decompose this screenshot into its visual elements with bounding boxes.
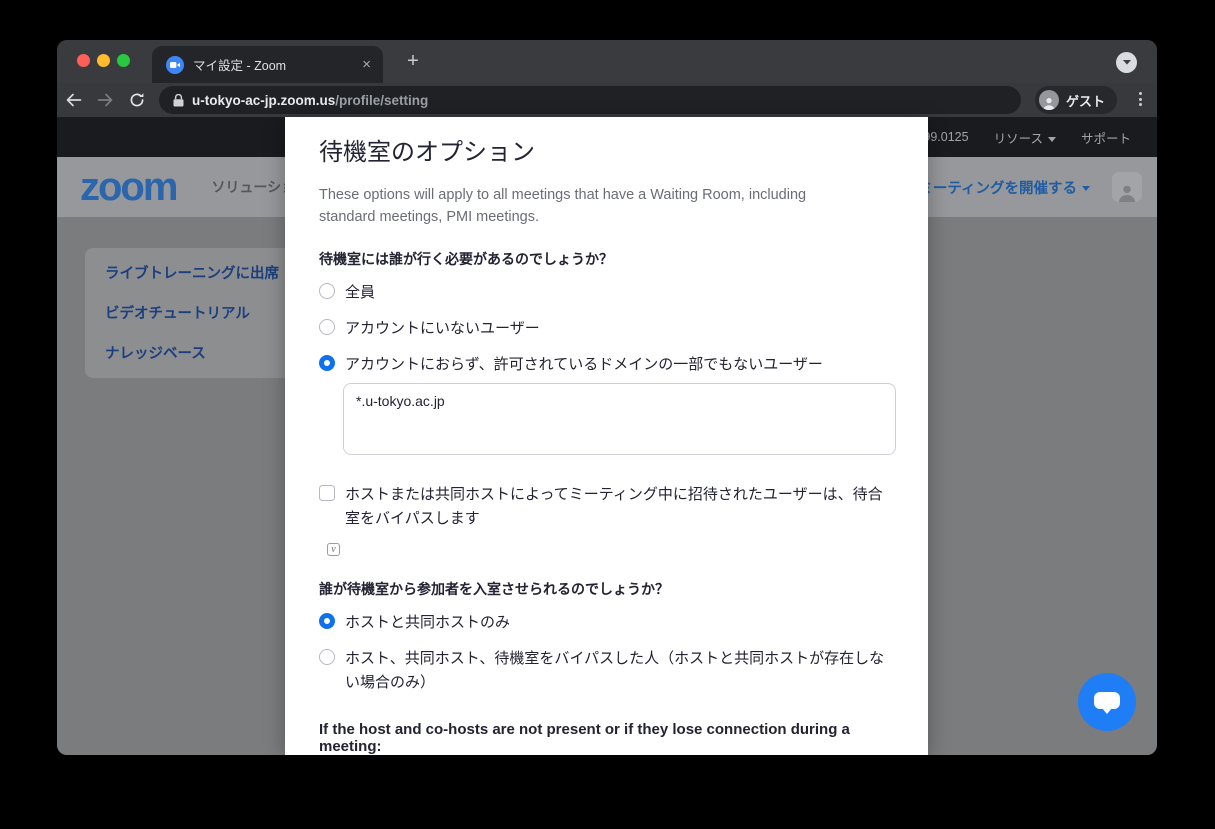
radio-option-users-not-in-account-or-domains[interactable]: アカウントにおらず、許可されているドメインの一部でもないユーザー — [319, 353, 896, 377]
sidebar-link-live-training[interactable]: ライブトレーニングに出席 — [105, 262, 300, 283]
radio-option-everyone[interactable]: 全員 — [319, 281, 896, 305]
sidebar-link-video-tutorial[interactable]: ビデオチュートリアル — [105, 302, 300, 323]
chevron-down-icon — [1082, 186, 1090, 191]
account-avatar[interactable] — [1112, 172, 1142, 202]
resources-panel: ライブトレーニングに出席 ビデオチュートリアル ナレッジベース — [85, 248, 300, 378]
question-who-can-admit: 誰が待機室から参加者を入室させられるのでしょうか？ — [319, 579, 896, 599]
chevron-down-icon — [1048, 137, 1056, 142]
chat-bubble-icon — [1094, 692, 1120, 709]
profile-name: ゲスト — [1066, 91, 1105, 110]
forward-button[interactable] — [89, 92, 121, 108]
browser-window: マイ設定 - Zoom × + u-tokyo-ac-jp.zoom.us/pr… — [57, 40, 1157, 755]
new-tab-button[interactable]: + — [401, 50, 425, 74]
question-host-not-present: If the host and co-hosts are not present… — [319, 721, 896, 755]
radio-icon[interactable] — [319, 283, 335, 299]
zoom-logo[interactable]: zoom — [80, 167, 176, 207]
zoom-window-button[interactable] — [117, 54, 130, 67]
tab-strip: マイ設定 - Zoom × + — [57, 40, 1157, 83]
url-text: u-tokyo-ac-jp.zoom.us/profile/setting — [192, 93, 428, 108]
checkbox-icon[interactable] — [319, 485, 335, 501]
browser-toolbar: u-tokyo-ac-jp.zoom.us/profile/setting ゲス… — [57, 83, 1157, 117]
zoom-favicon-icon — [166, 56, 184, 74]
support-link[interactable]: サポート — [1081, 128, 1131, 147]
profile-button[interactable]: ゲスト — [1035, 86, 1117, 114]
broken-image-icon: v — [327, 543, 340, 556]
dialog-title: 待機室のオプション — [319, 137, 896, 169]
radio-icon[interactable] — [319, 649, 335, 665]
radio-option-host-cohosts-bypassed[interactable]: ホスト、共同ホスト、待機室をバイパスした人（ホストと共同ホストが存在しない場合の… — [319, 647, 896, 695]
tab-close-icon[interactable]: × — [360, 57, 373, 72]
window-controls — [77, 54, 130, 67]
question-who-goes-to-waiting-room: 待機室には誰が行く必要があるのでしょうか？ — [319, 249, 896, 269]
reload-button[interactable] — [121, 92, 153, 108]
address-bar[interactable]: u-tokyo-ac-jp.zoom.us/profile/setting — [159, 86, 1021, 114]
radio-selected-icon[interactable] — [319, 613, 335, 629]
browser-menu-button[interactable] — [1139, 92, 1142, 106]
url-host: u-tokyo-ac-jp.zoom.us — [192, 93, 335, 108]
close-window-button[interactable] — [77, 54, 90, 67]
host-meeting-link[interactable]: ミーティングを開催する — [918, 177, 1090, 198]
minimize-window-button[interactable] — [97, 54, 110, 67]
url-path: /profile/setting — [335, 93, 428, 108]
back-arrow-icon — [65, 92, 82, 108]
lock-icon — [173, 94, 184, 107]
resources-link[interactable]: リソース — [994, 128, 1056, 147]
tab-title: マイ設定 - Zoom — [193, 55, 360, 74]
radio-selected-icon[interactable] — [319, 355, 335, 371]
waiting-room-options-dialog: 待機室のオプション These options will apply to al… — [285, 117, 928, 755]
forward-arrow-icon — [97, 92, 114, 108]
dialog-description: These options will apply to all meetings… — [319, 184, 859, 228]
chevron-down-icon — [1123, 60, 1131, 65]
back-button[interactable] — [57, 92, 89, 108]
chat-widget-button[interactable] — [1078, 673, 1136, 731]
sidebar-link-knowledge-base[interactable]: ナレッジベース — [105, 342, 300, 363]
nav-solutions[interactable]: ソリューショ — [211, 177, 295, 197]
allowed-domains-input[interactable] — [343, 383, 896, 455]
radio-icon[interactable] — [319, 319, 335, 335]
tab-search-button[interactable] — [1116, 52, 1137, 73]
reload-icon — [129, 92, 145, 108]
bypass-waiting-room-checkbox-row[interactable]: ホストまたは共同ホストによってミーティング中に招待されたユーザーは、待合室をバイ… — [319, 483, 896, 531]
radio-option-host-cohosts-only[interactable]: ホストと共同ホストのみ — [319, 611, 896, 635]
radio-option-users-not-in-account[interactable]: アカウントにいないユーザー — [319, 317, 896, 341]
browser-tab[interactable]: マイ設定 - Zoom × — [152, 46, 383, 83]
guest-avatar-icon — [1039, 90, 1059, 110]
